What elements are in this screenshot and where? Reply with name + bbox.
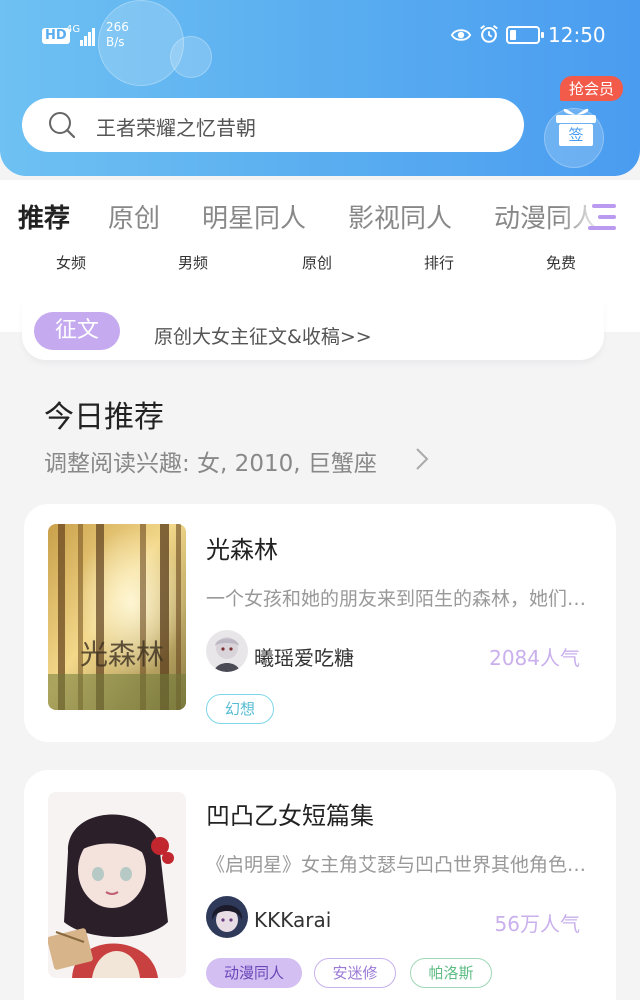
sign-label: 签 <box>568 126 583 144</box>
subtab-female[interactable]: 女频 <box>56 252 86 273</box>
network-speed: 266 B/s <box>106 20 129 50</box>
cover-title-text: 光森林 <box>80 638 164 671</box>
subtab-male[interactable]: 男频 <box>178 252 208 273</box>
author-name[interactable]: 曦瑶爱吃糖 <box>254 642 354 671</box>
genre-tag[interactable]: 动漫同人 <box>206 958 302 988</box>
book-title[interactable]: 凹凸乙女短篇集 <box>206 796 374 831</box>
menu-icon[interactable] <box>586 200 622 234</box>
popularity-count: 56万人气 <box>494 912 580 936</box>
book-title[interactable]: 光森林 <box>206 530 278 565</box>
popularity-count: 2084人气 <box>489 646 580 670</box>
vip-sign-widget[interactable]: 抢会员 签 <box>548 76 628 156</box>
author-avatar[interactable] <box>206 896 248 938</box>
tab-film-fanfic[interactable]: 影视同人 <box>348 198 452 235</box>
gift-icon[interactable]: 签 <box>554 106 598 146</box>
book-cover[interactable]: 光森林 <box>48 524 186 710</box>
chevron-right-icon[interactable] <box>414 446 430 472</box>
book-card[interactable]: 凹凸乙女短篇集 《启明星》女主角艾瑟与凹凸世界其他角色…… KKKarai 56… <box>24 770 616 1000</box>
search-bar[interactable]: 王者荣耀之忆昔朝 <box>22 98 524 152</box>
author-avatar[interactable] <box>206 630 248 672</box>
clock: 12:50 <box>548 23 606 47</box>
header: HD 4G 266 B/s 12:50 王者荣耀之忆昔朝 抢会员 签 <box>0 0 640 176</box>
subtab-original[interactable]: 原创 <box>302 252 332 273</box>
book-cover[interactable] <box>48 792 186 978</box>
section-title: 今日推荐 <box>44 400 164 435</box>
subtab-ranking[interactable]: 排行 <box>424 252 454 273</box>
character-tag[interactable]: 帕洛斯 <box>410 958 492 988</box>
speed-value: 266 <box>106 20 129 34</box>
contest-text[interactable]: 原创大女主征文&收稿>> <box>154 322 372 349</box>
contest-tag: 征文 <box>34 312 120 350</box>
alarm-icon <box>480 24 498 43</box>
book-description: 一个女孩和她的朋友来到陌生的森林，她们…… <box>206 588 596 610</box>
contest-notice[interactable]: 征文 原创大女主征文&收稿>> <box>22 300 604 360</box>
tab-recommend[interactable]: 推荐 <box>18 198 70 235</box>
book-description: 《启明星》女主角艾瑟与凹凸世界其他角色…… <box>206 854 596 876</box>
author-name[interactable]: KKKarai <box>254 908 331 932</box>
vip-badge[interactable]: 抢会员 <box>560 76 624 101</box>
tab-original[interactable]: 原创 <box>108 198 160 235</box>
reading-interest-link[interactable]: 调整阅读兴趣: 女, 2010, 巨蟹座 <box>44 444 377 478</box>
status-bar: HD 4G 266 B/s 12:50 <box>0 18 640 54</box>
search-query[interactable]: 王者荣耀之忆昔朝 <box>96 112 256 141</box>
character-tag[interactable]: 安迷修 <box>314 958 396 988</box>
eye-comfort-icon <box>450 29 472 41</box>
battery-icon <box>506 26 544 44</box>
search-icon <box>49 112 76 139</box>
network-type: 4G <box>66 24 81 35</box>
book-card[interactable]: 光森林 光森林 一个女孩和她的朋友来到陌生的森林，她们…… 曦瑶爱吃糖 2084… <box>24 504 616 742</box>
subtab-free[interactable]: 免费 <box>546 252 576 273</box>
genre-tag[interactable]: 幻想 <box>206 694 274 724</box>
signal-icon <box>80 26 98 46</box>
tab-star-fanfic[interactable]: 明星同人 <box>202 198 306 235</box>
speed-unit: B/s <box>106 35 125 49</box>
